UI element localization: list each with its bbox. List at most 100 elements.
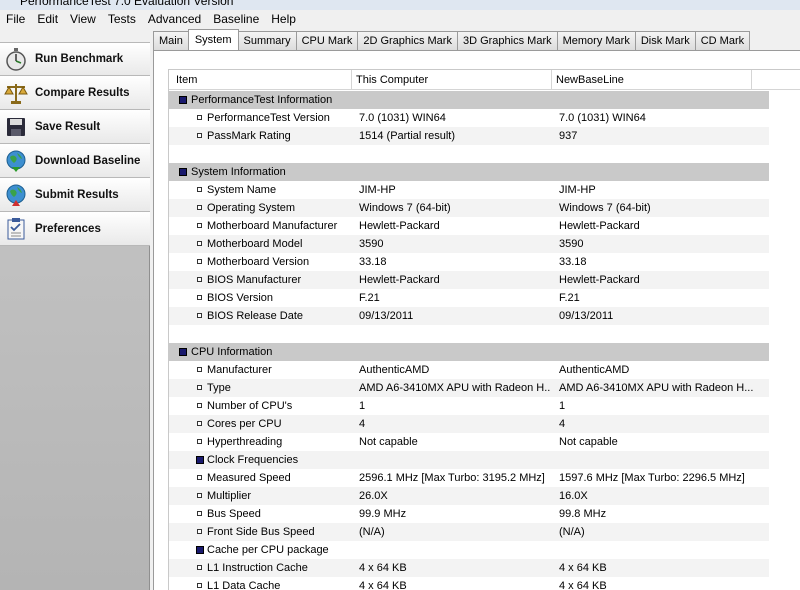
this-computer-value: 99.9 MHz xyxy=(359,508,407,520)
table-row[interactable]: L1 Instruction Cache 4 x 64 KB 4 x 64 KB xyxy=(169,559,769,577)
tab-system[interactable]: System xyxy=(187,29,239,50)
baseline-value: 937 xyxy=(559,130,578,142)
tab-main[interactable]: Main xyxy=(153,31,189,50)
baseline-value: 3590 xyxy=(559,238,584,250)
item-label: Hyperthreading xyxy=(207,436,283,448)
section-header[interactable]: System Information xyxy=(169,163,769,181)
table-row[interactable]: Cores per CPU 4 4 xyxy=(169,415,769,433)
table-row[interactable]: Number of CPU's 1 1 xyxy=(169,397,769,415)
scales-icon xyxy=(4,81,28,105)
table-row[interactable]: Motherboard Manufacturer Hewlett-Packard H… xyxy=(169,217,769,235)
this-computer-value: AMD A6-3410MX APU with Radeon H... xyxy=(359,382,551,394)
collapse-icon[interactable] xyxy=(179,348,187,356)
globe-upload-icon xyxy=(4,183,28,207)
collapse-icon[interactable] xyxy=(179,168,187,176)
preferences-button[interactable]: Preferences xyxy=(0,212,150,246)
bullet-icon xyxy=(197,277,202,282)
column-header-baseline[interactable]: NewBaseLine xyxy=(552,70,752,90)
table-row[interactable]: System Name JIM-HP JIM-HP xyxy=(169,181,769,199)
baseline-value: 16.0X xyxy=(559,490,588,502)
menu-edit[interactable]: Edit xyxy=(31,11,64,28)
menu-baseline[interactable]: Baseline xyxy=(207,11,265,28)
title-bar: PerformanceTest 7.0 Evaluation Version xyxy=(0,0,800,10)
table-row[interactable]: BIOS Version F.21 F.21 xyxy=(169,289,769,307)
tab-summary[interactable]: Summary xyxy=(237,31,297,50)
baseline-value: Windows 7 (64-bit) xyxy=(559,202,651,214)
table-row[interactable]: Motherboard Model 3590 3590 xyxy=(169,235,769,253)
table-row[interactable]: PerformanceTest Version 7.0 (1031) WIN64 7… xyxy=(169,109,769,127)
this-computer-value: Hewlett-Packard xyxy=(359,274,440,286)
preferences-label: Preferences xyxy=(35,222,101,235)
tab-3d-graphics-mark[interactable]: 3D Graphics Mark xyxy=(456,31,558,50)
this-computer-value: (N/A) xyxy=(359,526,385,538)
table-row[interactable]: PassMark Rating 1514 (Partial result) 937 xyxy=(169,127,769,145)
table-row[interactable]: Motherboard Version 33.18 33.18 xyxy=(169,253,769,271)
this-computer-value: 4 x 64 KB xyxy=(359,580,407,590)
save-result-button[interactable]: Save Result xyxy=(0,110,150,144)
baseline-value: AMD A6-3410MX APU with Radeon H... xyxy=(559,382,754,394)
baseline-value: Hewlett-Packard xyxy=(559,220,640,232)
table-row[interactable]: Hyperthreading Not capable Not capable xyxy=(169,433,769,451)
menu-advanced[interactable]: Advanced xyxy=(142,11,207,28)
collapse-icon[interactable] xyxy=(196,456,204,464)
baseline-value: Hewlett-Packard xyxy=(559,274,640,286)
item-label: L1 Instruction Cache xyxy=(207,562,308,574)
compare-results-label: Compare Results xyxy=(35,86,130,99)
bullet-icon xyxy=(197,241,202,246)
this-computer-value: 7.0 (1031) WIN64 xyxy=(359,112,446,124)
table-row[interactable]: Manufacturer AuthenticAMD AuthenticAMD xyxy=(169,361,769,379)
table-row[interactable]: Type AMD A6-3410MX APU with Radeon H... AM… xyxy=(169,379,769,397)
tab-cpu-mark[interactable]: CPU Mark xyxy=(295,31,359,50)
subsection-header[interactable]: Clock Frequencies xyxy=(169,451,769,469)
run-benchmark-button[interactable]: Run Benchmark xyxy=(0,42,150,76)
item-label: Measured Speed xyxy=(207,472,291,484)
table-row[interactable]: Measured Speed 2596.1 MHz [Max Turbo: 319… xyxy=(169,469,769,487)
item-label: Motherboard Manufacturer xyxy=(207,220,338,232)
item-label: BIOS Release Date xyxy=(207,310,303,322)
section-header[interactable]: CPU Information xyxy=(169,343,769,361)
collapse-icon[interactable] xyxy=(196,546,204,554)
table-row[interactable]: BIOS Release Date 09/13/2011 09/13/2011 xyxy=(169,307,769,325)
item-label: L1 Data Cache xyxy=(207,580,281,590)
save-result-label: Save Result xyxy=(35,120,101,133)
tab-bar: Main System Summary CPU Mark 2D Graphics… xyxy=(153,29,751,50)
stopwatch-icon xyxy=(4,47,28,71)
tab-cd-mark[interactable]: CD Mark xyxy=(694,31,751,50)
globe-download-icon xyxy=(4,149,28,173)
baseline-value: Not capable xyxy=(559,436,618,448)
bullet-icon xyxy=(197,421,202,426)
table-row[interactable]: Bus Speed 99.9 MHz 99.8 MHz xyxy=(169,505,769,523)
collapse-icon[interactable] xyxy=(179,96,187,104)
tab-2d-graphics-mark[interactable]: 2D Graphics Mark xyxy=(357,31,458,50)
bullet-icon xyxy=(197,439,202,444)
section-header[interactable]: PerformanceTest Information xyxy=(169,91,769,109)
subsection-header[interactable]: Cache per CPU package xyxy=(169,541,769,559)
menu-file[interactable]: File xyxy=(4,11,31,28)
menu-view[interactable]: View xyxy=(64,11,102,28)
column-header-item[interactable]: Item xyxy=(169,70,352,90)
bullet-icon xyxy=(197,295,202,300)
submit-results-label: Submit Results xyxy=(35,188,119,201)
tab-memory-mark[interactable]: Memory Mark xyxy=(556,31,636,50)
this-computer-value: JIM-HP xyxy=(359,184,396,196)
submit-results-button[interactable]: Submit Results xyxy=(0,178,150,212)
table-row[interactable]: L1 Data Cache 4 x 64 KB 4 x 64 KB xyxy=(169,577,769,590)
run-benchmark-label: Run Benchmark xyxy=(35,53,124,65)
baseline-value: 4 x 64 KB xyxy=(559,562,607,574)
table-row[interactable]: Operating System Windows 7 (64-bit) Window… xyxy=(169,199,769,217)
column-header-this-computer[interactable]: This Computer xyxy=(352,70,552,90)
download-baseline-button[interactable]: Download Baseline xyxy=(0,144,150,178)
compare-results-button[interactable]: Compare Results xyxy=(0,76,150,110)
tab-disk-mark[interactable]: Disk Mark xyxy=(634,31,696,50)
menu-help[interactable]: Help xyxy=(265,11,302,28)
table-row[interactable]: BIOS Manufacturer Hewlett-Packard Hewlett-… xyxy=(169,271,769,289)
this-computer-value: 09/13/2011 xyxy=(359,310,414,322)
row-spacer xyxy=(169,325,769,343)
menu-tests[interactable]: Tests xyxy=(102,11,142,28)
item-label: Motherboard Model xyxy=(207,238,303,250)
table-row[interactable]: Front Side Bus Speed (N/A) (N/A) xyxy=(169,523,769,541)
baseline-value: (N/A) xyxy=(559,526,585,538)
table-row[interactable]: Multiplier 26.0X 16.0X xyxy=(169,487,769,505)
floppy-disk-icon xyxy=(4,115,28,139)
this-computer-value: F.21 xyxy=(359,292,380,304)
